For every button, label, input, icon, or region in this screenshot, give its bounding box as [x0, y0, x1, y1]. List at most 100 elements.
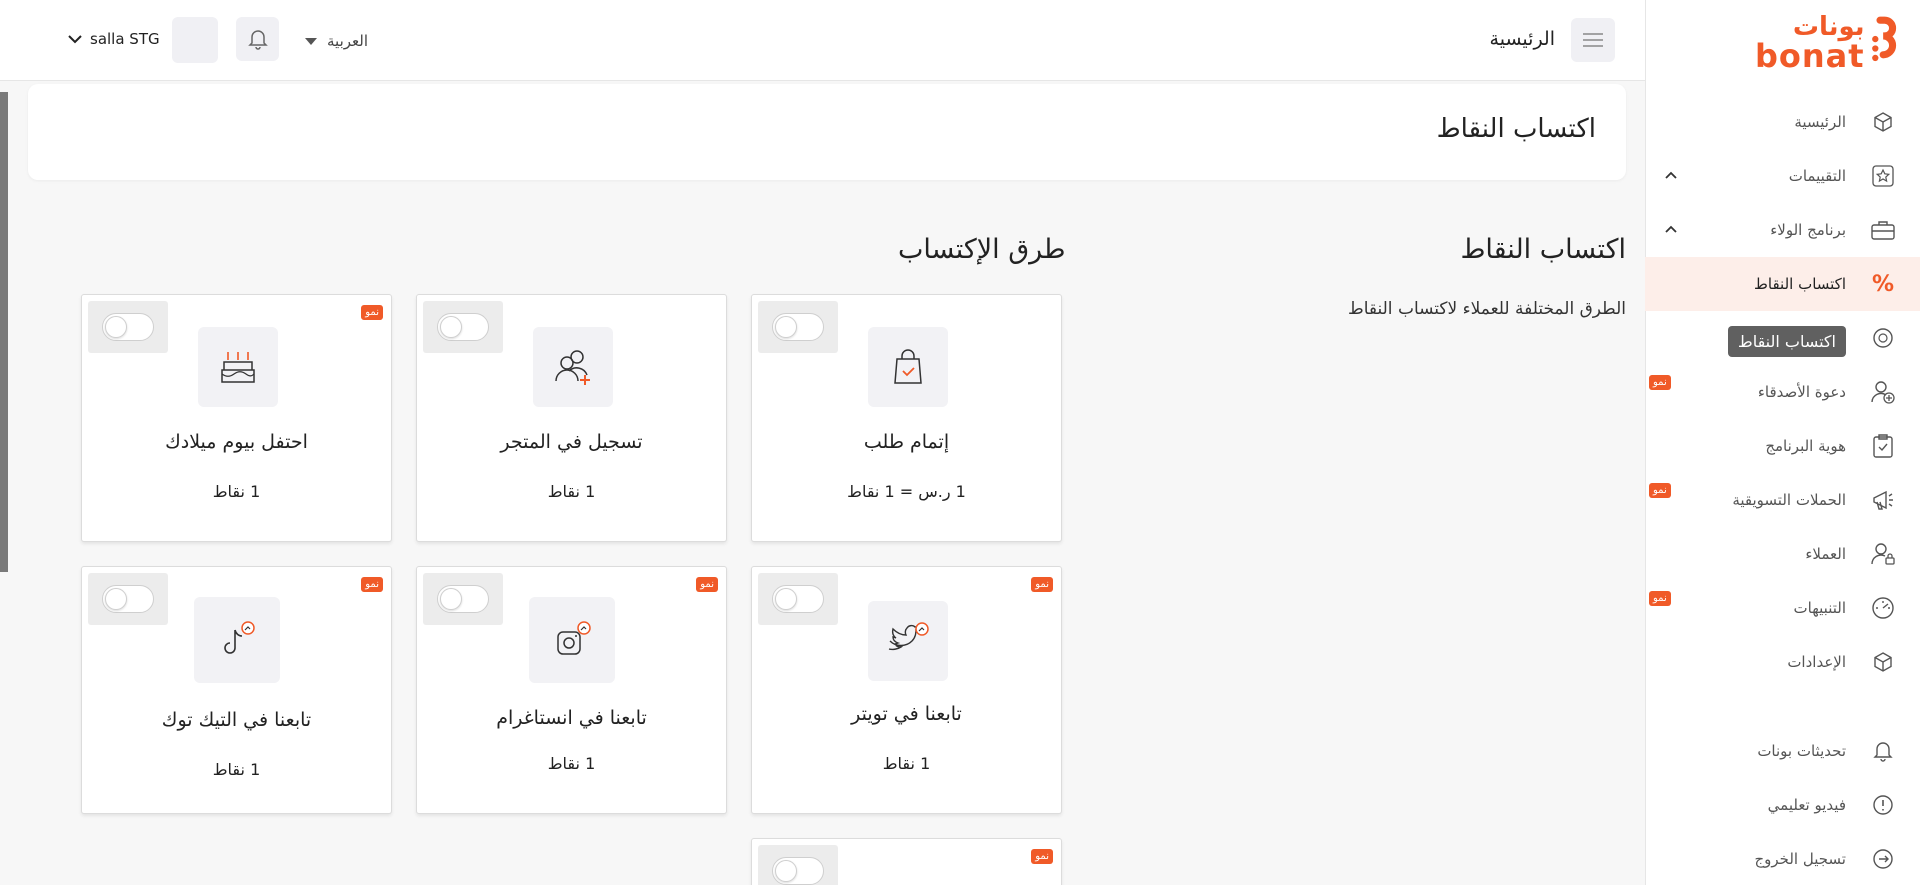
earn-method-card: نمو تابعنا في انستاغرام 1 نقاط [416, 566, 727, 814]
section-title: اكتساب النقاط [1460, 234, 1626, 265]
method-toggle[interactable] [772, 857, 824, 885]
toggle-container [423, 573, 503, 625]
sidebar-item-label: الرئيسية [1794, 113, 1846, 131]
card-title: تسجيل في المتجر [500, 431, 643, 453]
sidebar-item-label: التقييمات [1788, 167, 1846, 185]
coin-icon [1870, 325, 1896, 351]
user-plus-icon [1870, 379, 1896, 405]
method-toggle[interactable] [772, 585, 824, 613]
tiktok-icon [194, 597, 280, 683]
cake-icon [198, 327, 278, 407]
gauge-icon [1870, 595, 1896, 621]
user-add-icon [533, 327, 613, 407]
sidebar-item-label: هوية البرنامج [1765, 437, 1846, 455]
sidebar-item-campaigns[interactable]: نمو الحملات التسويقية [1645, 473, 1920, 527]
scrollbar[interactable] [0, 92, 8, 572]
logo-mark-icon [1871, 16, 1896, 62]
toggle-container [758, 573, 838, 625]
language-label: العربية [327, 32, 368, 50]
method-toggle[interactable] [437, 585, 489, 613]
clipboard-icon [1870, 433, 1896, 459]
earn-method-card: نمو [751, 838, 1062, 885]
sidebar-item-program-identity[interactable]: هوية البرنامج [1645, 419, 1920, 473]
section-description: الطرق المختلفة للعملاء لاكتساب النقاط [1348, 299, 1626, 319]
growth-badge: نمو [1649, 375, 1671, 390]
page-breadcrumb: الرئيسية [1489, 28, 1555, 50]
caret-down-icon [305, 37, 317, 45]
language-selector[interactable]: العربية [305, 32, 368, 50]
user-lock-icon [1870, 541, 1896, 567]
earn-method-card: نمو تابعنا في تويتر 1 نقاط [751, 566, 1062, 814]
percent-icon: % [1871, 271, 1895, 297]
sidebar-item-earn-points[interactable]: اكتساب النقاط % [1645, 257, 1920, 311]
card-title: إتمام طلب [863, 431, 950, 453]
megaphone-icon [1870, 487, 1896, 513]
sidebar-item-label: دعوة الأصدقاء [1757, 383, 1846, 401]
earn-method-card: نمو احتفل بيوم ميلادك 1 نقاط [81, 294, 392, 542]
earn-method-card: نمو تابعنا في التيك توك 1 نقاط [81, 566, 392, 814]
toggle-container [758, 301, 838, 353]
sidebar-item-tutorial[interactable]: فيديو تعليمي [1645, 778, 1920, 832]
star-icon [1870, 163, 1896, 189]
sidebar-item-label: اكتساب النقاط [1754, 275, 1846, 293]
notifications-button[interactable] [236, 17, 279, 61]
page-header-card: اكتساب النقاط [28, 84, 1626, 180]
sidebar-item-label: العملاء [1805, 545, 1846, 563]
sidebar-item-label: تسجيل الخروج [1754, 850, 1846, 868]
method-toggle[interactable] [102, 585, 154, 613]
chevron-up-icon [1665, 171, 1677, 179]
sidebar-item-invite-friends[interactable]: نمو دعوة الأصدقاء [1645, 365, 1920, 419]
chevron-up-icon [1665, 225, 1677, 233]
store-selector[interactable]: salla STG [68, 30, 160, 48]
shopping-bag-icon [868, 327, 948, 407]
sidebar-item-label: برنامج الولاء [1770, 221, 1846, 239]
store-name: salla STG [90, 30, 160, 48]
sidebar-item-settings[interactable]: الإعدادات [1645, 635, 1920, 689]
earn-method-card: إتمام طلب 1 ر.س = 1 نقاط [751, 294, 1062, 542]
growth-badge: نمو [696, 577, 718, 592]
sidebar-item-customers[interactable]: العملاء [1645, 527, 1920, 581]
earn-method-card: تسجيل في المتجر 1 نقاط [416, 294, 727, 542]
store-avatar[interactable] [172, 17, 218, 63]
briefcase-icon [1870, 217, 1896, 243]
top-bar: الرئيسية العربية salla STG [0, 0, 1645, 81]
methods-title: طرق الإكتساب [898, 234, 1066, 265]
toggle-container [88, 301, 168, 353]
sidebar-item-label: تحديثات بونات [1757, 742, 1846, 760]
menu-toggle-button[interactable] [1571, 18, 1615, 62]
card-points: 1 نقاط [212, 760, 261, 779]
bonat-logo[interactable]: بونات bonat [1755, 8, 1900, 78]
card-title: تابعنا في تويتر [851, 703, 962, 725]
sidebar-item-label: الإعدادات [1787, 653, 1846, 671]
sidebar-bottom-nav: تحديثات بونات فيديو تعليمي تسجيل الخروج [1645, 724, 1920, 885]
toggle-container [88, 573, 168, 625]
bell-icon [1870, 738, 1896, 764]
cube-icon [1870, 109, 1896, 135]
bell-icon [247, 30, 268, 50]
card-points: 1 نقاط [547, 482, 596, 501]
sidebar-item-reviews[interactable]: التقييمات [1645, 149, 1920, 203]
method-toggle[interactable] [437, 313, 489, 341]
sidebar-item-label: الحملات التسويقية [1732, 491, 1846, 509]
sidebar-item-loyalty[interactable]: برنامج الولاء [1645, 203, 1920, 257]
page-title: اكتساب النقاط [1436, 114, 1596, 144]
cube-icon [1870, 649, 1896, 675]
card-points: 1 نقاط [882, 754, 931, 773]
sidebar-item-updates[interactable]: تحديثات بونات [1645, 724, 1920, 778]
logout-icon [1870, 846, 1896, 872]
toggle-container [758, 845, 838, 885]
sidebar-item-home[interactable]: الرئيسية [1645, 95, 1920, 149]
card-points: 1 ر.س = 1 نقاط [847, 482, 966, 501]
growth-badge: نمو [1031, 849, 1053, 864]
card-title: تابعنا في انستاغرام [496, 707, 647, 729]
sidebar-item-label: فيديو تعليمي [1767, 796, 1846, 814]
card-title: تابعنا في التيك توك [161, 709, 312, 731]
growth-badge: نمو [1031, 577, 1053, 592]
method-toggle[interactable] [772, 313, 824, 341]
sidebar-item-alerts[interactable]: نمو التنبيهات [1645, 581, 1920, 635]
method-toggle[interactable] [102, 313, 154, 341]
growth-badge: نمو [1649, 591, 1671, 606]
sidebar-item-logout[interactable]: تسجيل الخروج [1645, 832, 1920, 885]
growth-badge: نمو [361, 305, 383, 320]
hamburger-icon [1583, 33, 1603, 47]
